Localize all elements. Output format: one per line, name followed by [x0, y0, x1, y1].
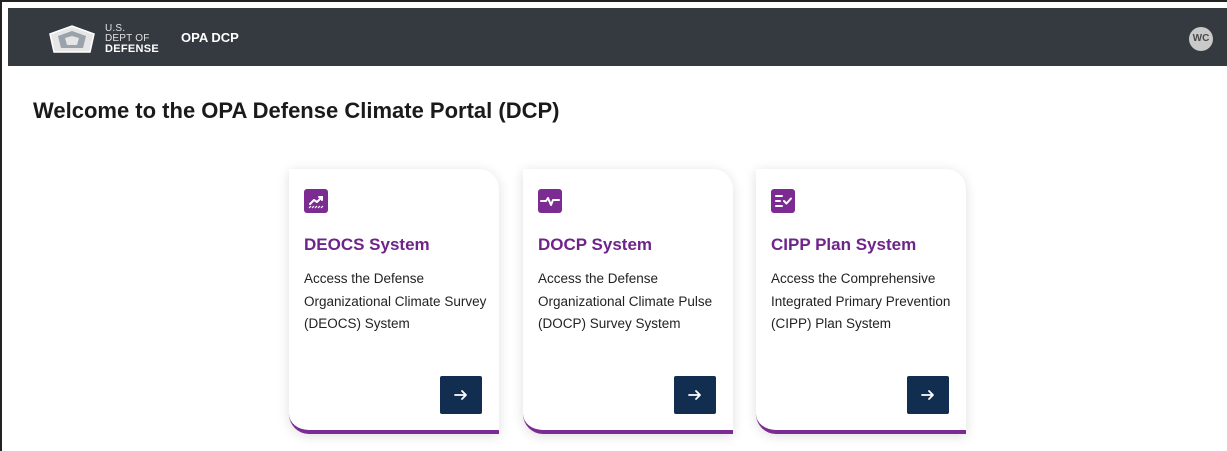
pentagon-icon	[49, 25, 95, 53]
docp-system-card: DOCP System Access the Defense Organizat…	[523, 169, 733, 434]
window-frame-left	[0, 0, 2, 451]
checklist-icon	[771, 189, 795, 213]
chart-trend-icon	[304, 189, 328, 213]
pulse-icon	[538, 189, 562, 213]
arrow-right-icon	[454, 390, 467, 400]
card-description: Access the Defense Organizational Climat…	[304, 271, 487, 331]
top-navbar: U.S. DEPT OF DEFENSE OPA DCP WC	[8, 8, 1227, 66]
window-frame-top	[0, 0, 1227, 2]
dod-logo[interactable]: U.S. DEPT OF DEFENSE	[46, 18, 176, 60]
card-description: Access the Defense Organizational Climat…	[538, 271, 713, 331]
arrow-right-icon	[688, 390, 701, 400]
cipp-plan-system-card: CIPP Plan System Access the Comprehensiv…	[756, 169, 966, 434]
logo-line-dept: DEPT OF	[105, 33, 150, 44]
card-title[interactable]: DOCP System	[538, 233, 728, 257]
card-title[interactable]: DEOCS System	[304, 233, 494, 257]
open-docp-button[interactable]	[674, 376, 716, 414]
deocs-system-card: DEOCS System Access the Defense Organiza…	[289, 169, 499, 434]
page-title: Welcome to the OPA Defense Climate Porta…	[33, 98, 560, 123]
user-avatar[interactable]: WC	[1189, 27, 1213, 51]
app-name-link[interactable]: OPA DCP	[181, 30, 239, 46]
logo-line-defense: DEFENSE	[105, 43, 160, 55]
logo-wordmark: U.S. DEPT OF DEFENSE	[105, 24, 160, 55]
arrow-right-icon	[921, 390, 934, 400]
card-description: Access the Comprehensive Integrated Prim…	[771, 271, 951, 331]
open-deocs-button[interactable]	[440, 376, 482, 414]
open-cipp-button[interactable]	[907, 376, 949, 414]
card-title[interactable]: CIPP Plan System	[771, 233, 961, 257]
